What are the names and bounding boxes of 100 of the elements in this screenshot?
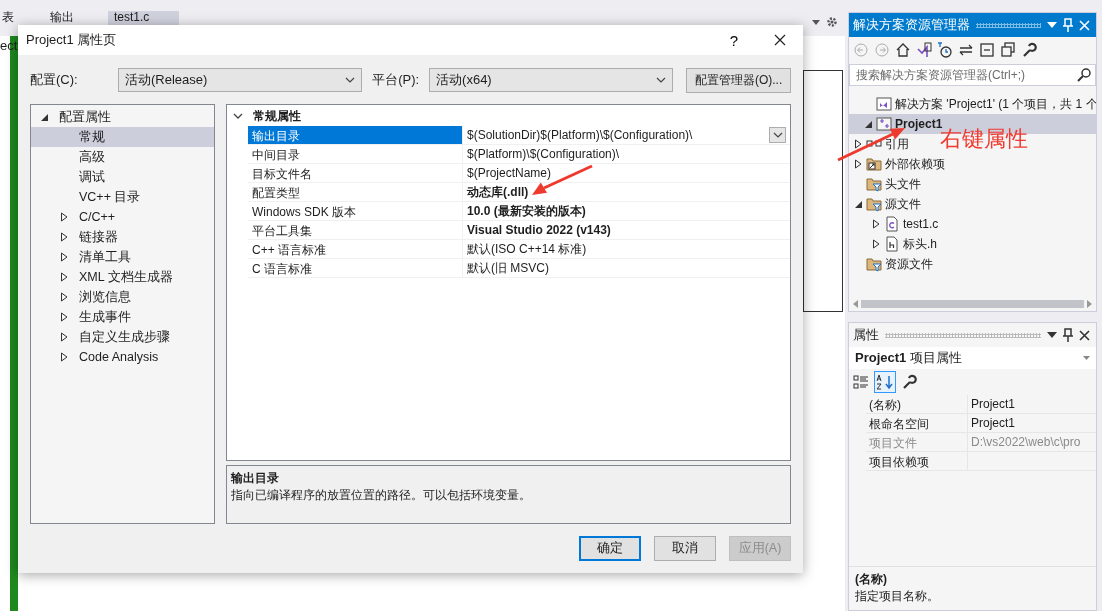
tree-item[interactable]: 引用 <box>849 134 909 154</box>
wrench-icon[interactable] <box>901 374 917 390</box>
editor-tab[interactable]: test1.c <box>108 11 180 25</box>
tree-item[interactable]: 头文件 <box>849 174 921 194</box>
home-icon[interactable] <box>895 42 911 58</box>
dropdown-icon[interactable] <box>812 19 820 25</box>
tree-item[interactable]: 高级 <box>31 147 214 167</box>
settings-icon[interactable] <box>826 16 838 28</box>
tree-item[interactable]: 标头.h <box>849 234 937 254</box>
tree-item-label: 配置属性 <box>59 108 111 126</box>
collapse-icon[interactable] <box>233 113 243 120</box>
tree-item[interactable]: 链接器 <box>31 227 214 247</box>
collapse-arrow-icon[interactable] <box>39 112 49 122</box>
tree-item[interactable]: 常规 <box>31 127 214 147</box>
expand-arrow-icon[interactable] <box>871 219 881 229</box>
dropdown-button[interactable] <box>769 127 786 143</box>
collapse-arrow-icon[interactable] <box>853 199 863 209</box>
dialog-title: Project1 属性页 <box>26 31 118 49</box>
property-value[interactable]: Project1 <box>968 395 1096 413</box>
expand-arrow-icon[interactable] <box>853 159 863 169</box>
config-dropdown[interactable]: 活动(Release) <box>118 68 363 92</box>
tree-item[interactable]: 生成事件 <box>31 307 214 327</box>
tree-item-label: 标头.h <box>903 235 937 253</box>
tree-item[interactable]: 清单工具 <box>31 247 214 267</box>
expand-arrow-icon[interactable] <box>59 292 69 302</box>
tree-item[interactable]: 配置属性 <box>31 107 214 127</box>
dialog-button[interactable]: 取消 <box>654 536 716 561</box>
expand-arrow-icon[interactable] <box>59 312 69 322</box>
copy-icon[interactable] <box>1000 42 1016 58</box>
panel-title: 解决方案资源管理器 <box>853 16 970 34</box>
categorized-icon[interactable] <box>853 374 869 390</box>
property-value: 默认(ISO C++14 标准) <box>467 240 587 258</box>
category-header: 常规属性 <box>253 108 301 125</box>
project-icon <box>876 116 892 132</box>
solution-icon <box>876 96 892 112</box>
collapse-all-icon[interactable] <box>979 42 995 58</box>
configuration-manager-button[interactable]: 配置管理器(O)... <box>686 67 791 93</box>
expand-arrow-icon[interactable] <box>59 272 69 282</box>
tree-item-label: XML 文档生成器 <box>79 268 173 286</box>
property-name[interactable]: 平台工具集 <box>248 221 463 239</box>
tree-item-label: 生成事件 <box>79 308 131 326</box>
tree-item-label: 自定义生成步骤 <box>79 328 170 346</box>
folder-icon <box>866 156 882 172</box>
expand-arrow-icon[interactable] <box>59 252 69 262</box>
property-value: $(ProjectName) <box>467 166 552 180</box>
tree-item-label: VC++ 目录 <box>79 188 141 206</box>
sort-alphabetical-icon[interactable] <box>874 371 896 393</box>
field-label: 平台(P): <box>372 71 420 89</box>
help-button[interactable]: ? <box>711 25 757 55</box>
tree-item[interactable]: 外部依赖项 <box>849 154 945 174</box>
solution-switch-icon[interactable] <box>916 42 932 58</box>
property-value: $(SolutionDir)$(Platform)\$(Configuration)\ <box>467 128 693 142</box>
expand-arrow-icon[interactable] <box>853 139 863 149</box>
expand-arrow-icon[interactable] <box>59 212 69 222</box>
collapse-arrow-icon[interactable] <box>863 119 873 129</box>
tree-item-label: 链接器 <box>79 228 118 246</box>
tree-item[interactable]: 浏览信息 <box>31 287 214 307</box>
tree-item-label: 引用 <box>885 135 909 153</box>
tree-item[interactable]: Code Analysis <box>31 347 214 367</box>
object-selector[interactable]: Project1 项目属性 <box>849 347 1096 369</box>
wrench-icon[interactable] <box>1021 42 1037 58</box>
property-value: $(Platform)\$(Configuration)\ <box>467 147 620 161</box>
tree-item[interactable]: XML 文档生成器 <box>31 267 214 287</box>
expand-arrow-icon[interactable] <box>59 232 69 242</box>
filter-folder-icon <box>866 256 882 272</box>
property-value[interactable]: Project1 <box>968 414 1096 432</box>
property-name[interactable]: Windows SDK 版本 <box>248 202 463 220</box>
caret-icon <box>656 77 667 83</box>
property-value: 动态库(.dll) <box>467 183 529 201</box>
tree-item[interactable]: VC++ 目录 <box>31 187 214 207</box>
caret-icon <box>772 132 783 138</box>
pin-icon[interactable] <box>1063 328 1073 342</box>
property-name[interactable]: 目标文件名 <box>248 164 463 182</box>
property-name[interactable]: C++ 语言标准 <box>248 240 463 258</box>
tree-item[interactable]: test1.c <box>849 214 939 234</box>
expand-arrow-icon[interactable] <box>871 239 881 249</box>
property-name[interactable]: 输出目录 <box>248 126 463 144</box>
caret-icon <box>1083 356 1090 360</box>
property-name[interactable]: 配置类型 <box>248 183 463 201</box>
search-field[interactable]: 搜索解决方案资源管理器(Ctrl+;) <box>849 64 1096 86</box>
history-icon[interactable] <box>937 42 953 58</box>
platform-dropdown[interactable]: 活动(x64) <box>429 68 674 92</box>
tree-item[interactable]: 资源文件 <box>849 254 933 274</box>
panel-title: 属性 <box>853 326 879 344</box>
tree-item[interactable]: 自定义生成步骤 <box>31 327 214 347</box>
tree-item[interactable]: 源文件 <box>849 194 921 214</box>
property-name[interactable]: C 语言标准 <box>248 259 463 277</box>
dropdown-icon[interactable] <box>1047 332 1057 338</box>
grip-handle <box>976 22 1041 28</box>
expand-arrow-icon[interactable] <box>59 332 69 342</box>
close-icon[interactable] <box>1079 329 1090 341</box>
property-value: Visual Studio 2022 (v143) <box>467 223 611 237</box>
property-name[interactable]: 中间目录 <box>248 145 463 163</box>
dialog-button[interactable]: 确定 <box>579 536 641 561</box>
h-file-icon <box>884 236 900 252</box>
sync-icon[interactable] <box>958 42 974 58</box>
search-icon[interactable] <box>1077 68 1091 82</box>
expand-arrow-icon[interactable] <box>59 352 69 362</box>
tree-item[interactable]: C/C++ <box>31 207 214 227</box>
tree-item[interactable]: 调试 <box>31 167 214 187</box>
